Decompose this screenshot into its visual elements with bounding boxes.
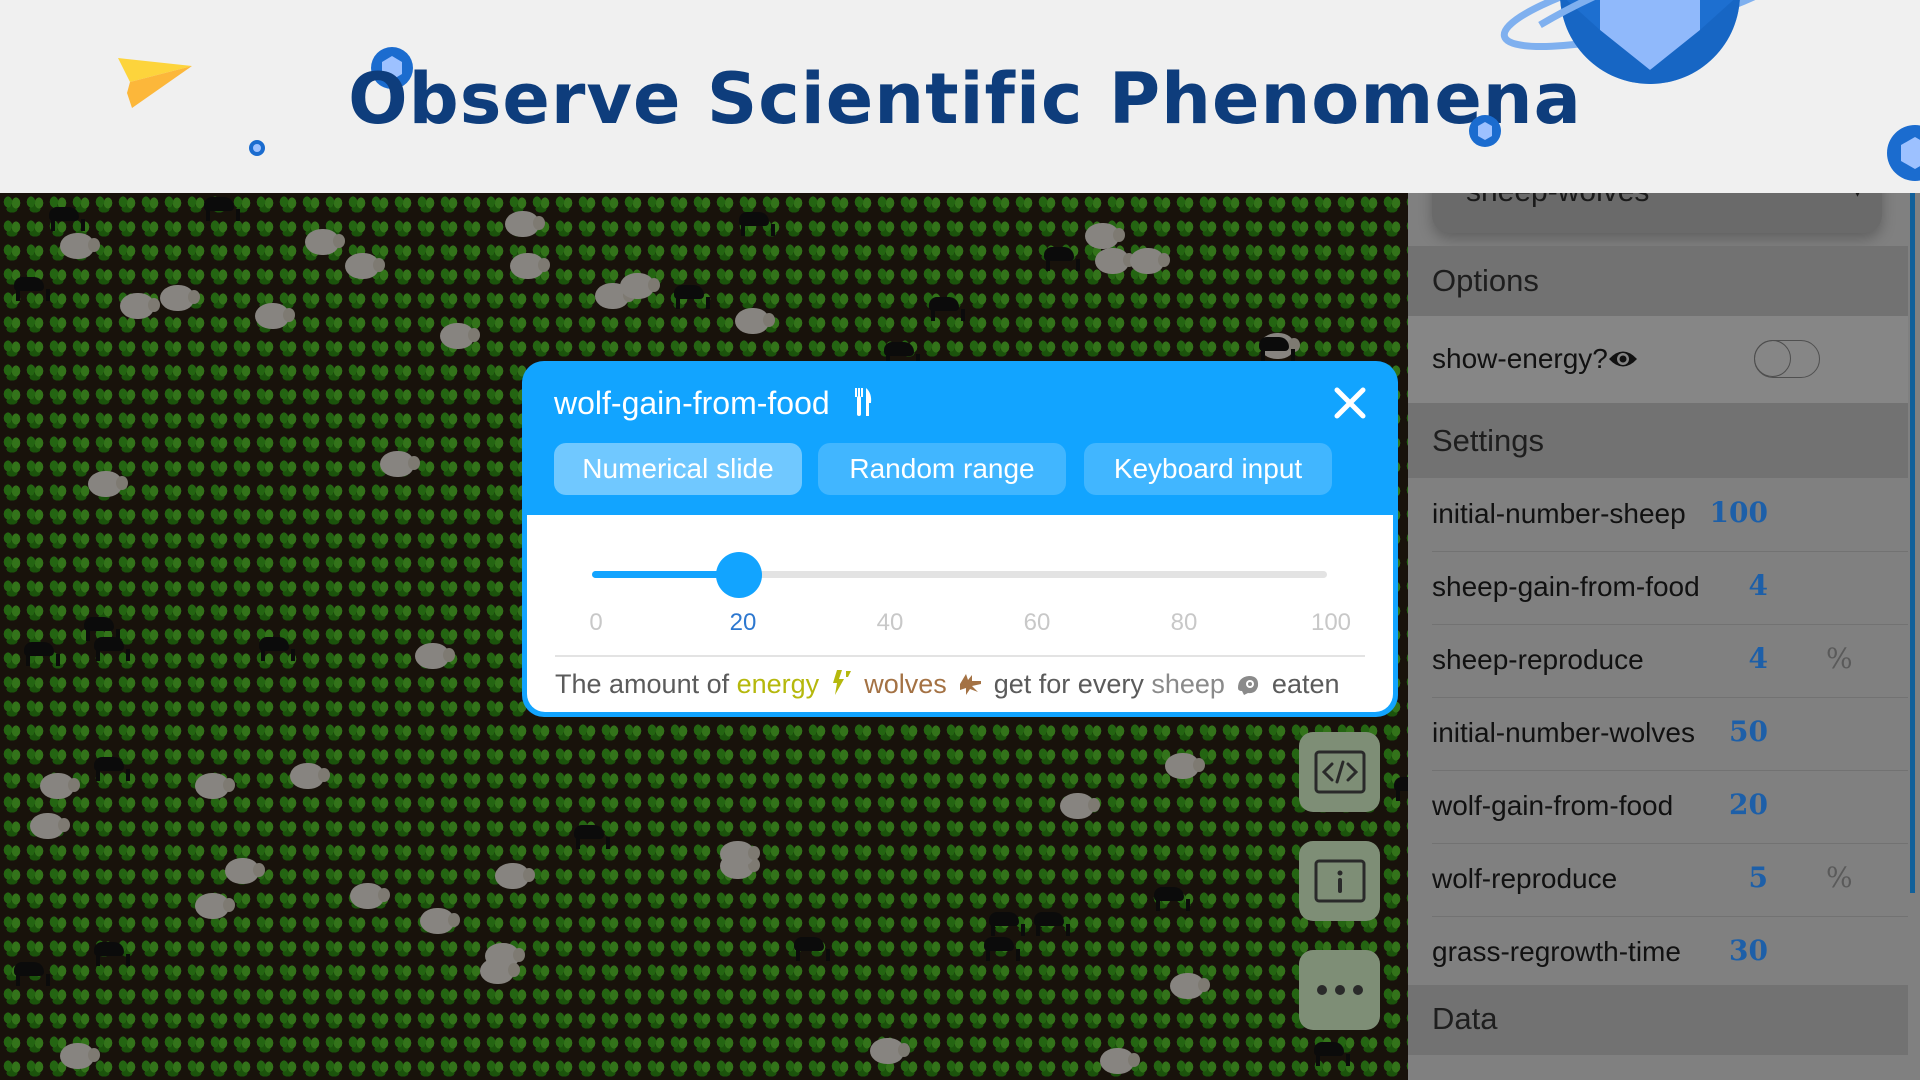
setting-value[interactable]: 4 — [1749, 569, 1768, 602]
parameter-description: The amount of energy wolves get for ever… — [555, 669, 1340, 700]
planet-icon — [1500, 0, 1800, 84]
setting-row-initial-number-sheep[interactable]: initial-number-sheep 100 — [1432, 478, 1908, 552]
desc-energy: energy — [736, 669, 820, 699]
setting-unit: % — [1826, 861, 1853, 894]
setting-value[interactable]: 5 — [1749, 861, 1768, 894]
setting-label: sheep-gain-from-food — [1432, 571, 1700, 602]
setting-value[interactable]: 4 — [1749, 642, 1768, 675]
desc-wolves: wolves — [864, 669, 947, 699]
code-icon — [1314, 750, 1365, 794]
wolf-icon — [960, 674, 982, 695]
divider — [555, 655, 1365, 657]
setting-unit: % — [1826, 642, 1853, 675]
modal-title: wolf-gain-from-food — [554, 385, 873, 422]
tab-numerical-slide[interactable]: Numerical slide — [554, 443, 802, 495]
close-icon[interactable] — [1332, 385, 1368, 421]
settings-title: Settings — [1432, 423, 1545, 458]
desc-text: The amount of — [555, 669, 737, 699]
slider-tick-label: 80 — [1170, 609, 1198, 636]
settings-sidebar: sheep-wolves ▾ Options show-energy? Sett… — [1408, 193, 1920, 1080]
gem-icon — [1887, 125, 1920, 181]
gem-small-icon — [249, 140, 265, 156]
setting-row-wolf-reproduce[interactable]: wolf-reproduce 5% — [1432, 843, 1908, 917]
modal-body: 0 20 40 60 80 100 The amount of energy wolves… — [527, 515, 1393, 712]
modal-title-text: wolf-gain-from-food — [554, 385, 830, 421]
setting-row-sheep-reproduce[interactable]: sheep-reproduce 4% — [1432, 624, 1908, 698]
eye-icon — [1609, 351, 1637, 367]
slider-tick-label: 100 — [1310, 609, 1352, 636]
sidebar-scrollbar[interactable] — [1910, 193, 1915, 893]
tab-keyboard-input[interactable]: Keyboard input — [1084, 443, 1332, 495]
setting-row-initial-number-wolves[interactable]: initial-number-wolves 50 — [1432, 697, 1908, 771]
chevron-down-icon: ▾ — [1853, 193, 1862, 202]
header-banner: Observe Scientific Phenomena — [0, 0, 1920, 193]
data-title: Data — [1432, 1001, 1498, 1036]
parameter-modal: wolf-gain-from-food Numerical slide Rand… — [522, 361, 1398, 717]
show-energy-label: show-energy? — [1432, 343, 1608, 374]
options-title: Options — [1432, 263, 1539, 298]
code-button[interactable] — [1299, 732, 1380, 812]
slider-tick-label: 60 — [1023, 609, 1051, 636]
show-energy-row: show-energy? — [1408, 316, 1908, 403]
setting-value[interactable]: 20 — [1729, 788, 1768, 821]
setting-row-wolf-gain-from-food[interactable]: wolf-gain-from-food 20 — [1432, 770, 1908, 844]
gem-icon — [1469, 115, 1501, 147]
info-icon — [1314, 859, 1365, 903]
setting-label: wolf-reproduce — [1432, 863, 1618, 894]
show-energy-toggle[interactable] — [1754, 340, 1820, 378]
info-button[interactable] — [1299, 841, 1380, 921]
model-dropdown[interactable]: sheep-wolves ▾ — [1432, 193, 1882, 233]
slider-tick-label: 40 — [876, 609, 904, 636]
setting-label: wolf-gain-from-food — [1432, 790, 1674, 821]
data-section-header: Data — [1408, 985, 1908, 1055]
setting-label: grass-regrowth-time — [1432, 936, 1681, 967]
setting-row-grass-regrowth-time[interactable]: grass-regrowth-time 30 — [1432, 916, 1908, 989]
slider-tick-label: 0 — [589, 609, 603, 636]
setting-label: initial-number-wolves — [1432, 717, 1695, 748]
setting-label: sheep-reproduce — [1432, 644, 1644, 675]
desc-text: eaten — [1264, 669, 1340, 699]
desc-sheep: sheep — [1151, 669, 1225, 699]
sheep-icon — [1238, 676, 1259, 695]
more-dots-icon — [1316, 985, 1363, 995]
tab-random-range[interactable]: Random range — [818, 443, 1066, 495]
model-dropdown-value: sheep-wolves — [1466, 193, 1649, 209]
more-button[interactable] — [1299, 950, 1380, 1030]
lightning-icon — [832, 670, 851, 695]
desc-text: get for every — [986, 669, 1152, 699]
setting-value[interactable]: 50 — [1729, 715, 1768, 748]
setting-row-sheep-gain-from-food[interactable]: sheep-gain-from-food 4 — [1432, 551, 1908, 625]
fork-knife-icon — [854, 388, 871, 416]
options-section-header: Options — [1408, 246, 1908, 316]
setting-label: initial-number-sheep — [1432, 498, 1686, 529]
slider-thumb[interactable] — [716, 552, 762, 598]
setting-value[interactable]: 100 — [1710, 496, 1768, 529]
setting-value[interactable]: 30 — [1729, 934, 1768, 967]
slider-tick-label: 20 — [729, 609, 757, 636]
settings-section-header: Settings — [1408, 403, 1908, 478]
